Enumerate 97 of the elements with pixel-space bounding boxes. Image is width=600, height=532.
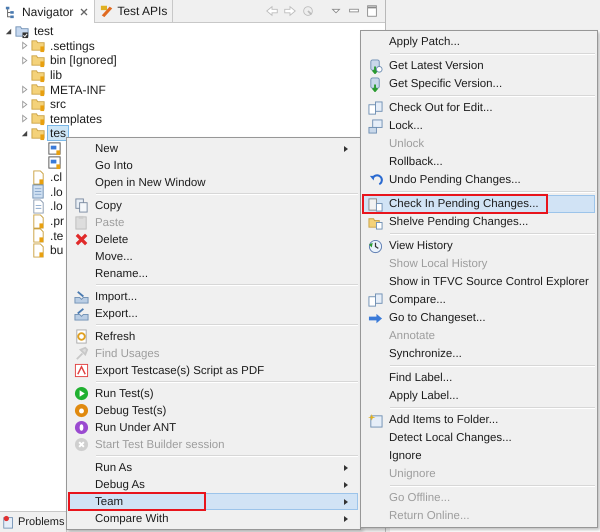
menu-item[interactable]: Open in New Window	[69, 174, 358, 191]
folder-icon	[31, 82, 46, 98]
submenu-arrow-icon	[343, 480, 349, 488]
pin-icon	[74, 346, 89, 361]
menu-item[interactable]: Run Under ANT	[69, 419, 358, 436]
folder-icon	[31, 96, 46, 112]
tree-item[interactable]: .cl	[48, 170, 64, 184]
menu-item[interactable]: Move...	[69, 248, 358, 265]
close-circle-icon	[74, 437, 89, 452]
menu-item[interactable]: Run Test(s)	[69, 385, 358, 402]
menu-item[interactable]: Get Latest Version	[363, 57, 595, 75]
view-tab[interactable]: Navigator	[0, 0, 96, 23]
menu-item[interactable]: Refresh	[69, 328, 358, 345]
submenu-arrow-icon	[343, 144, 349, 152]
tree-item[interactable]: .pr	[48, 214, 66, 228]
import-icon	[74, 289, 89, 304]
submenu-arrow-icon	[343, 514, 349, 522]
menu-item[interactable]: Undo Pending Changes...	[363, 171, 595, 189]
menu-item[interactable]: Copy	[69, 197, 358, 214]
tree-item[interactable]: bu	[48, 243, 66, 258]
clock-icon	[368, 238, 383, 254]
export-icon	[74, 306, 89, 321]
folder-icon	[31, 38, 46, 54]
menu-item[interactable]: Check Out for Edit...	[363, 99, 595, 117]
menu-item[interactable]: Apply Patch...	[363, 33, 595, 51]
file-icon	[31, 228, 46, 244]
file-icon	[31, 184, 46, 200]
tree-item[interactable]: .lo	[48, 199, 65, 214]
menu-item[interactable]: Synchronize...	[363, 345, 595, 363]
close-icon[interactable]	[79, 6, 90, 16]
tree-item[interactable]: META-INF	[48, 82, 108, 97]
tree-item[interactable]: test	[32, 24, 56, 38]
menu-item[interactable]: Shelve Pending Changes...	[363, 213, 595, 231]
menu-item[interactable]: Find Label...	[363, 369, 595, 387]
tree-item[interactable]: .lo	[48, 184, 65, 199]
tree-item[interactable]: bin [Ignored]	[48, 53, 119, 68]
menu-item[interactable]: Team	[69, 493, 358, 510]
expand-icon[interactable]	[20, 114, 29, 124]
tree-item[interactable]: templates	[48, 112, 104, 126]
folder-icon	[31, 126, 46, 141]
play-icon	[74, 386, 89, 401]
menu-item[interactable]: Import...	[69, 288, 358, 305]
menu-item[interactable]: Compare...	[363, 291, 595, 309]
menu-item[interactable]: Compare With	[69, 510, 358, 527]
tree-item[interactable]: tes	[48, 126, 68, 140]
delete-icon	[74, 232, 89, 247]
expand-icon[interactable]	[20, 85, 29, 94]
paste-icon	[74, 215, 89, 230]
file-icon	[31, 198, 46, 214]
pdf-icon	[74, 363, 89, 378]
menu-item[interactable]: Export...	[69, 305, 358, 322]
menu-item[interactable]: Delete	[69, 231, 358, 248]
menu-item[interactable]: Add Items to Folder...	[363, 411, 595, 429]
menu-item[interactable]: Go Into	[69, 157, 358, 174]
menu-item[interactable]: Export Testcase(s) Script as PDF	[69, 362, 358, 379]
expand-icon[interactable]	[20, 41, 29, 50]
submenu-arrow-icon	[343, 498, 349, 506]
menu-item[interactable]: Rename...	[69, 265, 358, 282]
documents-icon	[368, 100, 383, 116]
documents-icon	[368, 292, 383, 308]
file-icon	[31, 242, 46, 258]
copy-icon	[74, 198, 89, 213]
back-icon[interactable]	[265, 4, 279, 18]
project-folder-icon	[15, 24, 30, 39]
forward-icon[interactable]	[283, 4, 297, 18]
tree-item[interactable]: src	[48, 97, 68, 112]
menu-item[interactable]: Run As	[69, 459, 358, 476]
folder-icon	[31, 52, 46, 68]
menu-item[interactable]: View History	[363, 237, 595, 255]
collapse-icon[interactable]	[20, 128, 29, 138]
tree-item[interactable]: lib	[48, 68, 64, 82]
menu-item[interactable]: Get Specific Version...	[363, 75, 595, 93]
collapse-icon[interactable]	[4, 26, 13, 36]
menu-item[interactable]: Check In Pending Changes...	[363, 195, 595, 213]
menu-item[interactable]: Ignore	[363, 447, 595, 465]
menu-item[interactable]: Debug Test(s)	[69, 402, 358, 419]
tree-item[interactable]: .settings	[48, 38, 97, 53]
maximize-icon[interactable]	[365, 4, 379, 18]
tree-item[interactable]: .te	[48, 228, 66, 243]
menu-item[interactable]: Apply Label...	[363, 387, 595, 405]
menu-item[interactable]: Go to Changeset...	[363, 309, 595, 327]
undo-icon	[368, 172, 383, 188]
menu-item[interactable]: Detect Local Changes...	[363, 429, 595, 447]
expand-icon[interactable]	[20, 56, 29, 65]
folder-icon	[31, 68, 46, 83]
file-icon	[31, 214, 46, 229]
menu-item[interactable]: Debug As	[69, 476, 358, 493]
menu-item[interactable]: Rollback...	[363, 153, 595, 171]
submenu-arrow-icon	[343, 464, 349, 472]
menu-item[interactable]: Show in TFVC Source Control Explorer	[363, 273, 595, 291]
brush-icon	[100, 4, 114, 18]
folder-icon	[31, 111, 46, 126]
file-icon	[31, 170, 46, 185]
menu-item[interactable]: Lock...	[363, 117, 595, 135]
expand-icon[interactable]	[20, 100, 29, 109]
menu-item[interactable]: New	[69, 140, 358, 157]
view-tab[interactable]: Test APIs	[95, 0, 174, 22]
